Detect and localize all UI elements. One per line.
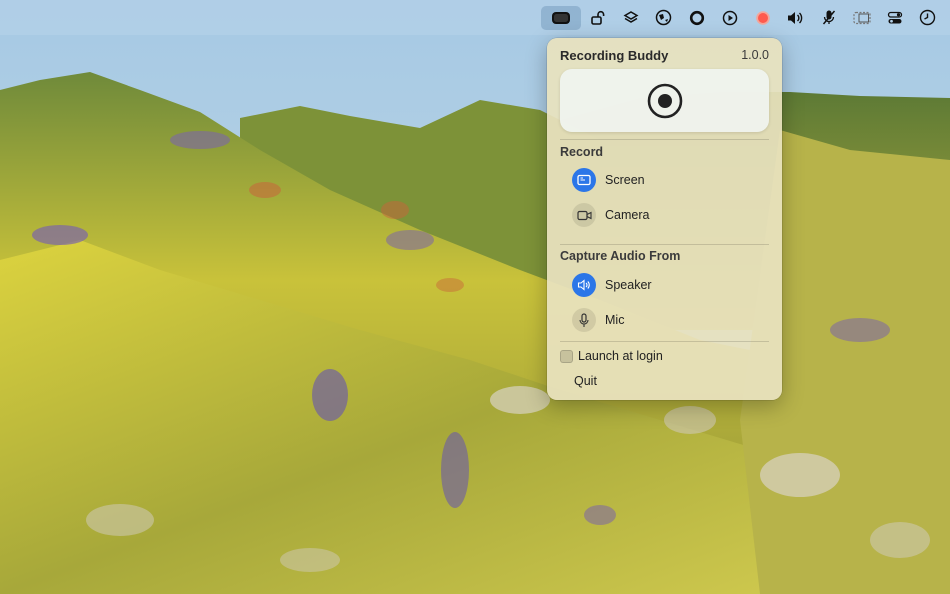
audio-option-speaker[interactable]: Speaker <box>572 271 762 299</box>
record-option-camera[interactable]: Camera <box>572 201 762 229</box>
audio-section-title: Capture Audio From <box>560 249 681 263</box>
launch-at-login-checkbox[interactable] <box>560 349 573 363</box>
record-icon <box>647 83 682 118</box>
panel-header: Recording Buddy 1.0.0 <box>560 47 769 63</box>
recording-buddy-popover: Recording Buddy 1.0.0 Record Screen Came… <box>547 38 782 400</box>
launch-at-login-label: Launch at login <box>578 349 663 363</box>
app-version: 1.0.0 <box>741 48 769 62</box>
record-option-label: Camera <box>605 208 650 222</box>
sidebar-icon[interactable] <box>845 6 878 30</box>
desktop-wallpaper <box>0 0 950 594</box>
start-recording-button[interactable] <box>560 69 769 132</box>
microphone-icon <box>572 308 596 332</box>
audio-option-label: Speaker <box>605 278 652 292</box>
quit-menu-item[interactable]: Quit <box>574 374 597 388</box>
mic-off-icon[interactable] <box>812 6 845 30</box>
control-center-icon[interactable] <box>878 6 911 30</box>
screen-record-icon[interactable] <box>541 5 581 30</box>
launch-at-login-row[interactable]: Launch at login <box>560 348 663 364</box>
unlock-icon[interactable] <box>581 6 614 30</box>
volume-icon[interactable] <box>779 6 812 30</box>
app-title: Recording Buddy <box>560 47 669 63</box>
divider <box>560 341 769 342</box>
camera-icon <box>572 203 596 227</box>
screen-icon <box>572 168 596 192</box>
circle-ring-icon[interactable] <box>680 6 713 30</box>
record-option-screen[interactable]: Screen <box>572 166 762 194</box>
record-dot-icon[interactable] <box>746 6 779 30</box>
clock-icon[interactable] <box>911 6 944 30</box>
record-option-label: Screen <box>605 173 645 187</box>
record-section-title: Record <box>560 145 604 159</box>
audio-option-label: Mic <box>605 313 625 327</box>
play-circle-icon[interactable] <box>713 6 746 30</box>
divider <box>560 244 769 245</box>
menu-bar <box>0 0 950 35</box>
divider <box>560 139 769 140</box>
audio-option-mic[interactable]: Mic <box>572 306 762 334</box>
globe-icon[interactable] <box>647 6 680 30</box>
layers-icon[interactable] <box>614 6 647 30</box>
speaker-icon <box>572 273 596 297</box>
